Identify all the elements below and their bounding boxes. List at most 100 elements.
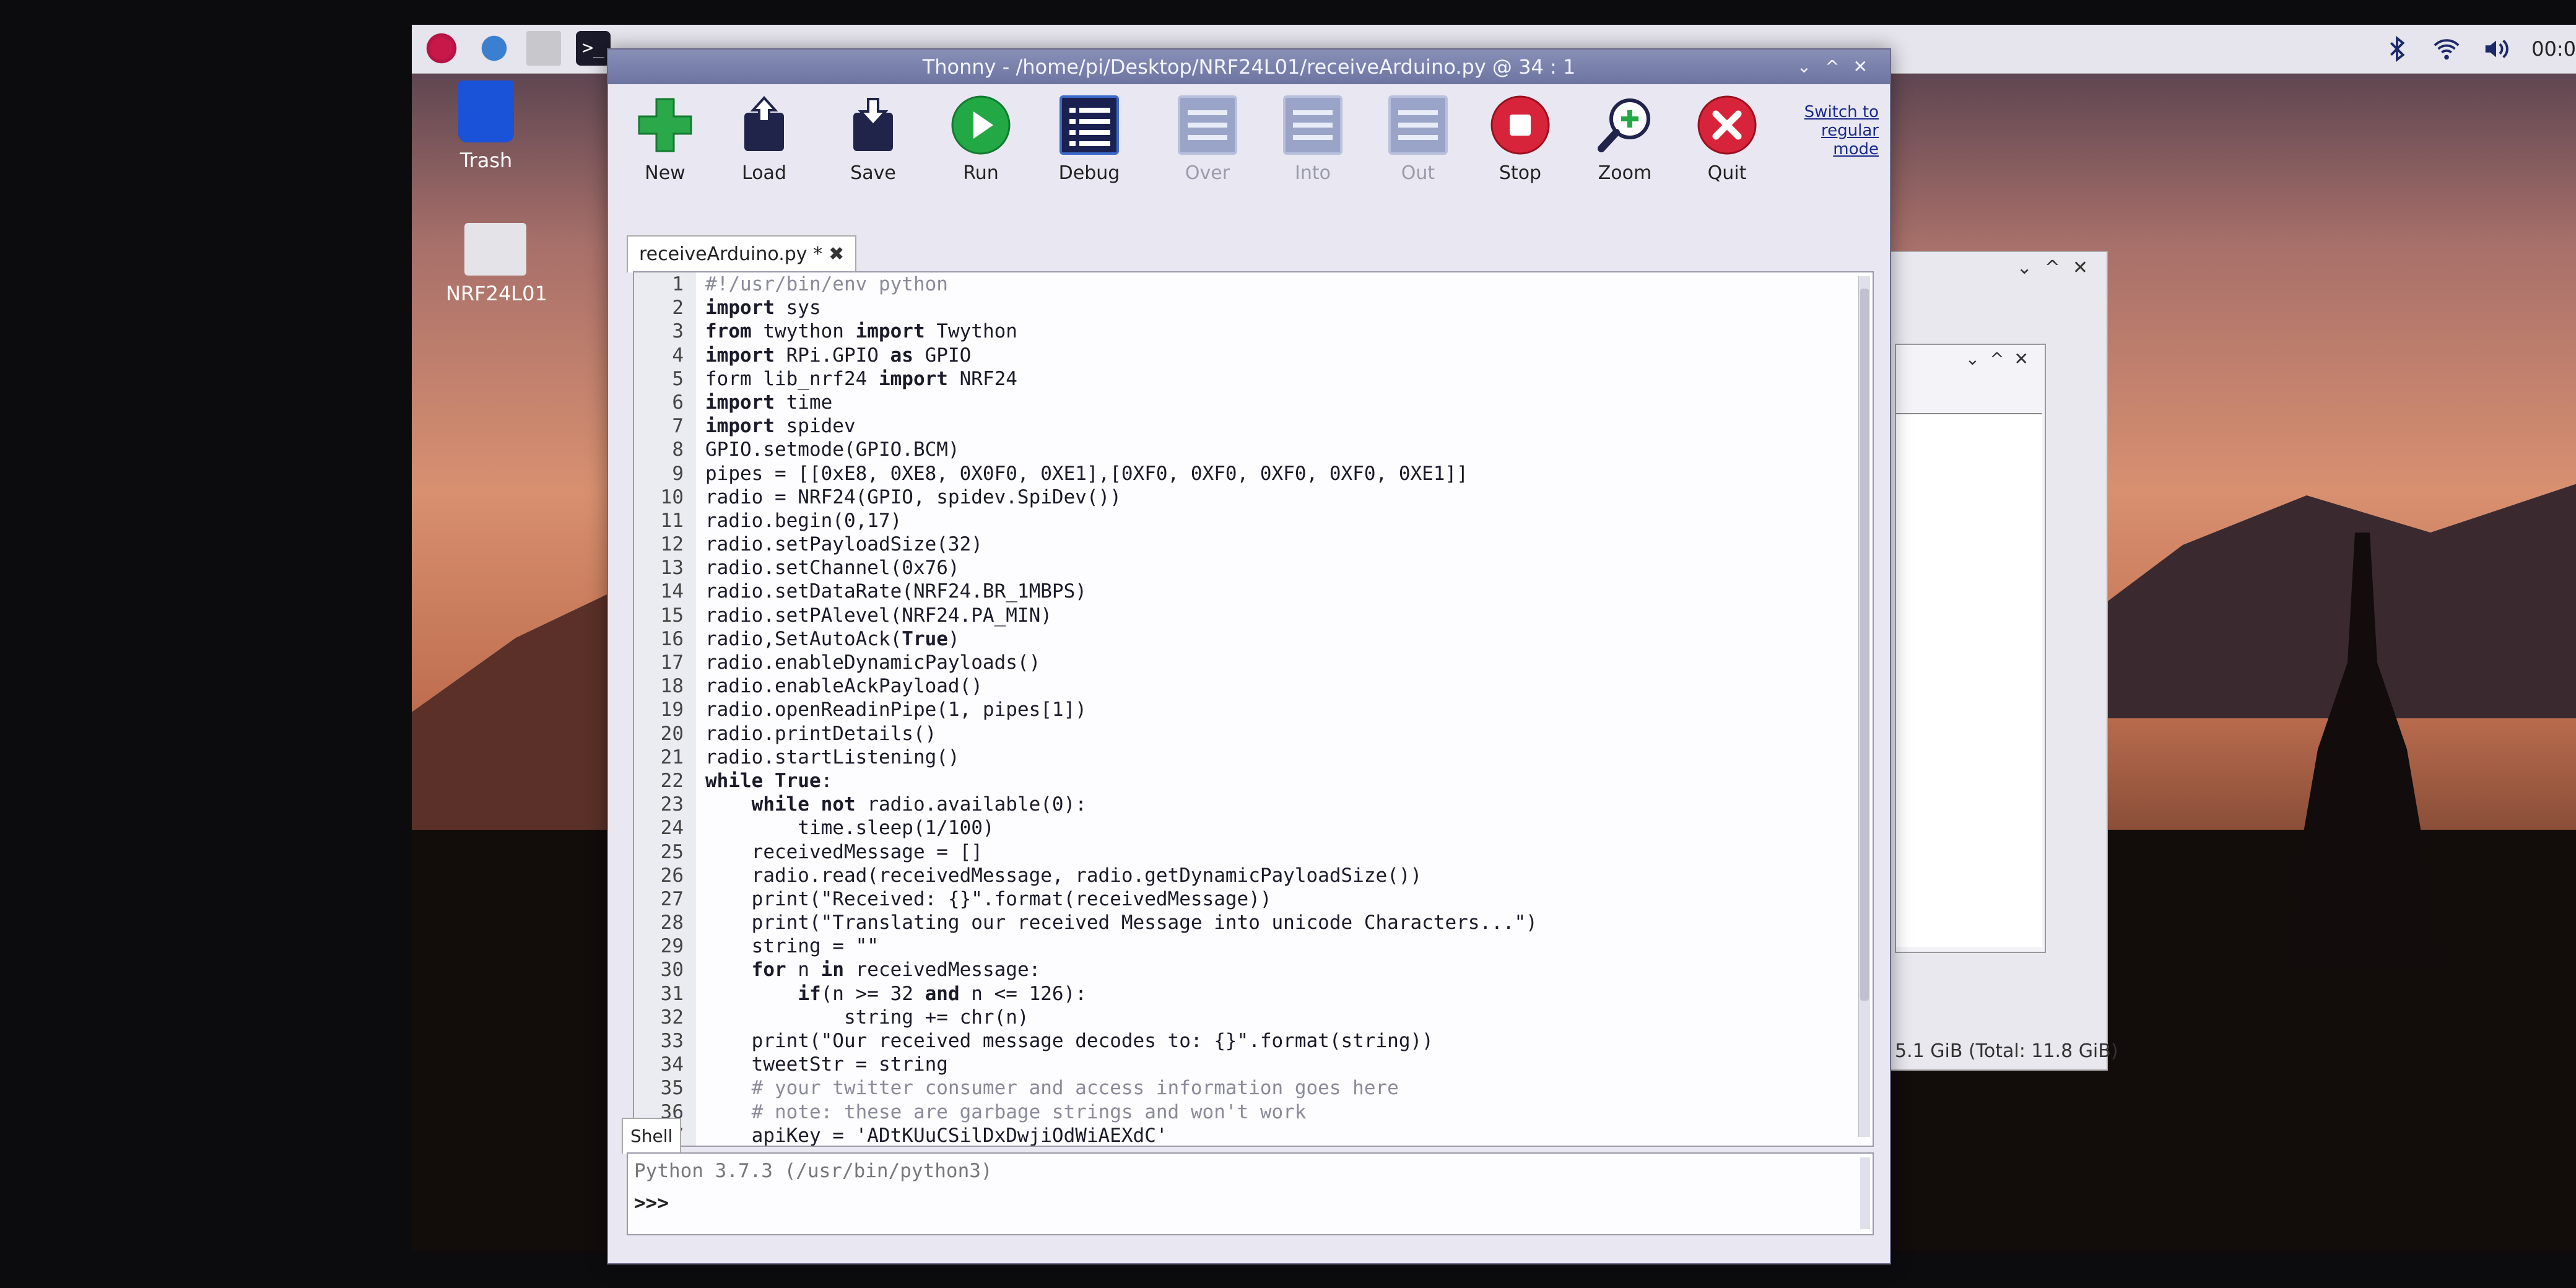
code-line[interactable]: radio.startListening()	[705, 746, 1848, 769]
code-line[interactable]: radio.enableDynamicPayloads()	[705, 651, 1848, 674]
switch-to-regular-mode-link[interactable]: Switch to regular mode	[1798, 103, 1879, 159]
raspberry-menu-icon[interactable]	[424, 31, 459, 66]
tab-shell[interactable]: Shell	[622, 1118, 682, 1154]
code-line[interactable]: string += chr(n)	[705, 1006, 1848, 1029]
stop-button[interactable]: Stop	[1477, 94, 1564, 184]
step-out-button[interactable]: Out	[1375, 94, 1461, 184]
code-text[interactable]: #!/usr/bin/env python import sys from twyt…	[705, 272, 1848, 1146]
code-line[interactable]: radio.setPAlevel(NRF24.PA_MIN)	[705, 604, 1848, 627]
code-line[interactable]: import time	[705, 391, 1848, 414]
code-line[interactable]: print("Received: {}".format(receivedMess…	[705, 887, 1848, 911]
step-over-button[interactable]: Over	[1164, 94, 1251, 184]
code-line[interactable]: radio = NRF24(GPIO, spidev.SpiDev())	[705, 485, 1848, 509]
window-titlebar[interactable]: Thonny - /home/pi/Desktop/NRF24L01/recei…	[608, 50, 1890, 84]
line-number: 4	[672, 344, 684, 367]
quit-button[interactable]: Quit	[1684, 94, 1770, 184]
code-line[interactable]: GPIO.setmode(GPIO.BCM)	[705, 438, 1848, 461]
code-line[interactable]: form lib_nrf24 import NRF24	[705, 367, 1848, 391]
code-line[interactable]: while True:	[705, 769, 1848, 793]
line-number-gutter: 1 2 3 4 5 6 7 8 9 10 11 12 13 14 15 16 17 18 19 20 21 22 23 24 2…	[634, 272, 696, 1146]
code-line[interactable]: radio,SetAutoAck(True)	[705, 627, 1848, 651]
code-line[interactable]: radio.begin(0,17)	[705, 509, 1848, 533]
dialog-list	[1896, 413, 2042, 947]
new-button[interactable]: New	[622, 94, 708, 184]
plus-icon	[634, 94, 696, 156]
wallpaper-mountains	[2084, 483, 2576, 718]
line-number: 15	[660, 604, 684, 627]
code-line[interactable]: apiKey = 'ADtKUuCSilDxDwjiOdWiAEXdC'	[705, 1124, 1848, 1146]
code-line[interactable]: radio.printDetails()	[705, 722, 1848, 746]
line-number: 3	[672, 320, 684, 343]
clock[interactable]: 00:0	[2531, 37, 2576, 61]
shell-scrollbar[interactable]	[1860, 1157, 1870, 1229]
shell-console[interactable]: Python 3.7.3 (/usr/bin/python3) >>>	[627, 1152, 1874, 1235]
thonny-window: Thonny - /home/pi/Desktop/NRF24L01/recei…	[607, 48, 1891, 1264]
window-controls[interactable]: ⌄^✕	[2017, 257, 2100, 279]
code-line[interactable]: from twython import Twython	[705, 320, 1848, 343]
code-line[interactable]: import RPi.GPIO as GPIO	[705, 344, 1848, 367]
line-number: 28	[660, 912, 684, 934]
desktop-icon-label: NRF24L01	[446, 282, 547, 305]
line-number: 8	[672, 438, 684, 461]
window-controls[interactable]: ⌄^✕	[1965, 349, 2039, 369]
close-button[interactable]: ✕	[1853, 56, 1881, 77]
editor-scrollbar[interactable]	[1858, 276, 1870, 1137]
terminal-icon[interactable]: >_	[576, 31, 611, 66]
web-browser-icon[interactable]	[477, 31, 511, 66]
debug-button[interactable]: Debug	[1046, 94, 1133, 184]
code-line[interactable]: # your twitter consumer and access infor…	[705, 1076, 1848, 1100]
tab-close-icon[interactable]: ✖	[829, 243, 844, 265]
stop-label: Stop	[1499, 162, 1542, 184]
background-dialog[interactable]: ⌄^✕	[1895, 344, 2046, 953]
code-line[interactable]: radio.openReadinPipe(1, pipes[1])	[705, 698, 1848, 721]
bluetooth-icon[interactable]	[2383, 35, 2411, 63]
code-line[interactable]: import spidev	[705, 414, 1848, 438]
code-editor[interactable]: 1 2 3 4 5 6 7 8 9 10 11 12 13 14 15 16 17 18 19 20 21 22 23 24 2…	[633, 271, 1874, 1147]
desktop-icon-trash[interactable]: Trash	[437, 80, 536, 172]
code-line[interactable]: radio.read(receivedMessage, radio.getDyn…	[705, 864, 1848, 887]
code-line[interactable]: radio.setDataRate(NRF24.BR_1MBPS)	[705, 580, 1848, 603]
file-manager-icon[interactable]	[526, 31, 561, 66]
code-line[interactable]: radio.setChannel(0x76)	[705, 556, 1848, 580]
line-number: 5	[672, 367, 684, 390]
code-line[interactable]: radio.enableAckPayload()	[705, 674, 1848, 698]
code-line[interactable]: string = ""	[705, 934, 1848, 958]
line-number: 34	[660, 1053, 684, 1076]
editor-tab-receivearduino[interactable]: receiveArduino.py * ✖	[627, 235, 857, 272]
editor-scroll-thumb[interactable]	[1860, 289, 1869, 1001]
code-line[interactable]: receivedMessage = []	[705, 840, 1848, 864]
step-into-button[interactable]: Into	[1269, 94, 1356, 184]
desktop-icon-nrf24l01-folder[interactable]: NRF24L01	[446, 223, 547, 305]
code-line[interactable]: tweetStr = string	[705, 1053, 1848, 1076]
tab-label: receiveArduino.py *	[639, 243, 823, 265]
volume-icon[interactable]	[2482, 35, 2510, 63]
maximize-button[interactable]: ^	[1825, 56, 1853, 77]
stop-icon	[1489, 94, 1551, 156]
code-line[interactable]: import sys	[705, 296, 1848, 320]
step-over-label: Over	[1185, 162, 1230, 184]
code-line[interactable]: for n in receivedMessage:	[705, 958, 1848, 981]
load-label: Load	[742, 162, 786, 184]
zoom-button[interactable]: Zoom	[1582, 94, 1668, 184]
wifi-icon[interactable]	[2432, 35, 2461, 63]
code-line[interactable]: # note: these are garbage strings and wo…	[705, 1100, 1848, 1124]
line-number: 16	[660, 627, 684, 650]
code-line[interactable]: #!/usr/bin/env python	[705, 272, 1848, 296]
code-line[interactable]: radio.setPayloadSize(32)	[705, 533, 1848, 556]
line-number: 35	[660, 1077, 684, 1100]
code-line[interactable]: print("Translating our received Message …	[705, 911, 1848, 934]
code-line[interactable]: print("Our received message decodes to: …	[705, 1029, 1848, 1053]
load-button[interactable]: Load	[721, 94, 807, 184]
save-button[interactable]: Save	[830, 94, 916, 184]
code-line[interactable]: if(n >= 32 and n <= 126):	[705, 982, 1848, 1006]
code-line[interactable]: time.sleep(1/100)	[705, 816, 1848, 840]
step-into-label: Into	[1295, 162, 1331, 184]
line-number: 21	[660, 746, 684, 768]
code-line[interactable]: while not radio.available(0):	[705, 793, 1848, 816]
code-line[interactable]: pipes = [[0xE8, 0XE8, 0X0F0, 0XE1],[0XF0…	[705, 462, 1848, 485]
system-tray: 00:0	[2383, 31, 2576, 67]
line-number: 7	[672, 415, 684, 438]
shell-prompt[interactable]: >>>	[634, 1192, 669, 1214]
run-button[interactable]: Run	[938, 94, 1024, 184]
minimize-button[interactable]: ⌄	[1797, 56, 1825, 77]
